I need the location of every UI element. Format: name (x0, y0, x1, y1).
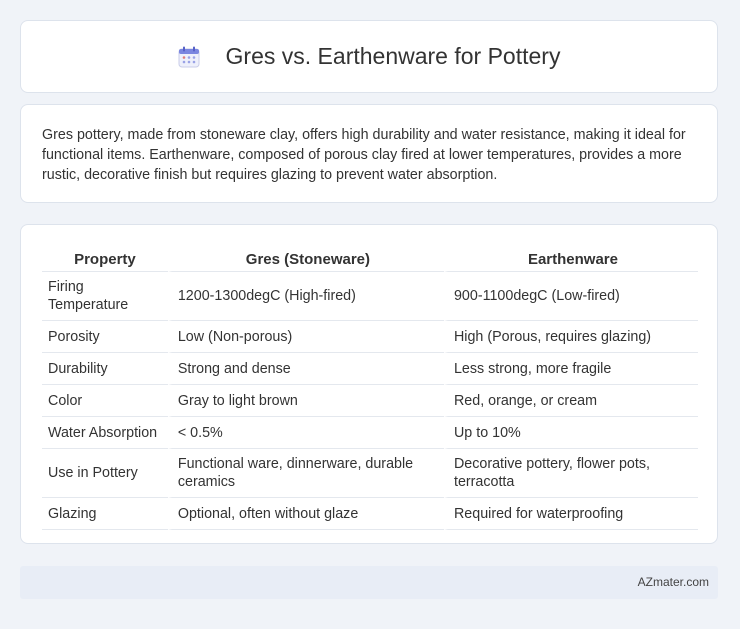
table-card: Property Gres (Stoneware) Earthenware Fi… (20, 224, 718, 544)
table-row: Water Absorption < 0.5% Up to 10% (42, 417, 698, 449)
table-header-row: Property Gres (Stoneware) Earthenware (42, 245, 698, 272)
table-cell-earthenware: Decorative pottery, flower pots, terraco… (443, 449, 698, 498)
table-cell-property: Glazing (42, 498, 168, 530)
table-cell-property: Use in Pottery (42, 449, 168, 498)
table-row: Firing Temperature 1200-1300degC (High-f… (42, 272, 698, 321)
table-row: Color Gray to light brown Red, orange, o… (42, 385, 698, 417)
table-cell-earthenware: Red, orange, or cream (443, 385, 698, 417)
table-cell-property: Durability (42, 353, 168, 385)
footer-bar: AZmater.com (20, 566, 718, 599)
footer-site-label: AZmater.com (637, 575, 709, 589)
table-cell-earthenware: Up to 10% (443, 417, 698, 449)
table-cell-gres: Functional ware, dinnerware, durable cer… (167, 449, 444, 498)
column-header-gres: Gres (Stoneware) (167, 245, 444, 272)
table-cell-gres: Optional, often without glaze (167, 498, 444, 530)
column-header-property: Property (42, 245, 168, 272)
table-cell-gres: Low (Non-porous) (167, 321, 444, 353)
table-row: Porosity Low (Non-porous) High (Porous, … (42, 321, 698, 353)
table-cell-earthenware: High (Porous, requires glazing) (443, 321, 698, 353)
comparison-table: Property Gres (Stoneware) Earthenware Fi… (42, 245, 698, 530)
page-title: Gres vs. Earthenware for Pottery (225, 43, 561, 69)
table-cell-property: Color (42, 385, 168, 417)
table-cell-gres: 1200-1300degC (High-fired) (167, 272, 444, 321)
table-cell-property: Water Absorption (42, 417, 168, 449)
title-card: Gres vs. Earthenware for Pottery (20, 20, 718, 93)
table-cell-earthenware: Less strong, more fragile (443, 353, 698, 385)
table-cell-gres: Strong and dense (167, 353, 444, 385)
table-row: Durability Strong and dense Less strong,… (42, 353, 698, 385)
intro-text: Gres pottery, made from stoneware clay, … (42, 127, 686, 183)
table-cell-gres: < 0.5% (167, 417, 444, 449)
table-row: Glazing Optional, often without glaze Re… (42, 498, 698, 530)
table-cell-earthenware: Required for waterproofing (443, 498, 698, 530)
table-cell-earthenware: 900-1100degC (Low-fired) (443, 272, 698, 321)
calendar-icon (178, 46, 200, 68)
table-cell-property: Porosity (42, 321, 168, 353)
intro-card: Gres pottery, made from stoneware clay, … (20, 104, 718, 203)
table-cell-gres: Gray to light brown (167, 385, 444, 417)
table-row: Use in Pottery Functional ware, dinnerwa… (42, 449, 698, 498)
table-cell-property: Firing Temperature (42, 272, 168, 321)
column-header-earthenware: Earthenware (443, 245, 698, 272)
